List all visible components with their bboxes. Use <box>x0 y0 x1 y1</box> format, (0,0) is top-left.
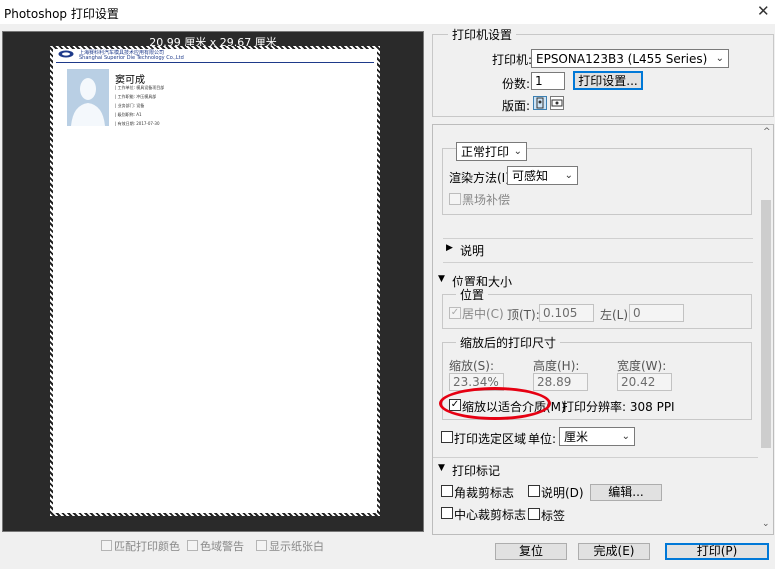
print-resolution: 打印分辨率: 308 PPI <box>562 400 675 414</box>
portrait-orientation-icon[interactable] <box>533 96 547 110</box>
close-icon[interactable]: ✕ <box>757 2 770 20</box>
person-photo <box>67 69 109 126</box>
height-input[interactable]: 28.89 <box>533 373 588 391</box>
unit-value: 厘米 <box>564 430 589 444</box>
scroll-up-icon[interactable]: ^ <box>763 127 771 137</box>
center-crop-marks-label: 中心裁剪标志 <box>454 508 527 522</box>
scroll-down-icon[interactable]: ⌄ <box>762 519 770 529</box>
print-selected-area-label: 打印选定区域 <box>454 432 527 446</box>
scrollbar-thumb[interactable] <box>761 200 771 448</box>
match-colors-label: 匹配打印颜色 <box>114 540 180 553</box>
gamut-warning-checkbox[interactable] <box>187 540 198 551</box>
section-divider <box>443 238 753 239</box>
top-input[interactable]: 0.105 <box>539 304 594 322</box>
black-point-label: 黑场补偿 <box>462 193 511 207</box>
highlight-annotation <box>439 387 551 420</box>
chevron-down-icon: ⌄ <box>564 170 573 181</box>
color-handling-select[interactable]: 正常打印 ⌄ <box>456 142 527 161</box>
corner-crop-marks-checkbox[interactable] <box>441 485 453 497</box>
width-input[interactable]: 20.42 <box>617 373 672 391</box>
company-logo-icon <box>58 50 74 58</box>
reset-button[interactable]: 复位 <box>495 543 567 560</box>
printer-select[interactable]: EPSONA123B3 (L455 Series) ⌄ <box>531 49 729 68</box>
company-name-en: Shanghai Superior Die Technology Co.,Ltd <box>79 55 184 61</box>
scale-label: 缩放(S): <box>449 359 495 373</box>
print-selected-area-checkbox[interactable] <box>441 431 453 443</box>
match-colors-checkbox[interactable] <box>101 540 112 551</box>
show-paper-white-label: 显示纸张白 <box>269 540 324 553</box>
print-preview: 20.99 厘米 x 29.67 厘米 上海赛科利汽车模具技术应用有限公司 Sh… <box>2 31 424 532</box>
info-row: | 业务部门: 设备 <box>115 103 145 108</box>
left-label: 左(L): <box>600 308 633 322</box>
chevron-down-icon: ⌄ <box>513 146 522 157</box>
chevron-down-icon: ⌄ <box>621 431 630 442</box>
copies-input[interactable]: 1 <box>531 72 565 90</box>
window-title: Photoshop 打印设置 <box>4 7 119 21</box>
rendering-intent-label: 渲染方法(I): <box>449 171 514 185</box>
scaled-size-title: 缩放后的打印尺寸 <box>456 334 561 351</box>
center-checkbox[interactable]: ✓ <box>449 307 461 319</box>
paper-content: 上海赛科利汽车模具技术应用有限公司 Shanghai Superior Die … <box>53 49 377 513</box>
height-label: 高度(H): <box>533 359 580 373</box>
info-row: | 有效日期: 2017-07-30 <box>115 121 160 126</box>
section-divider <box>433 457 758 458</box>
expand-triangle-icon[interactable]: ▶ <box>446 243 453 253</box>
print-button[interactable]: 打印(P) <box>665 543 769 560</box>
info-row: | 工作单位: 模具设备项目部 <box>115 85 165 90</box>
top-label: 顶(T): <box>507 308 540 322</box>
width-label: 宽度(W): <box>617 359 667 373</box>
printer-setup-title: 打印机设置 <box>448 26 517 43</box>
edit-button[interactable]: 编辑... <box>590 484 662 501</box>
collapse-triangle-icon[interactable]: ▼ <box>438 274 445 284</box>
center-crop-marks-checkbox[interactable] <box>441 507 453 519</box>
person-silhouette-icon <box>71 78 105 126</box>
unit-select[interactable]: 厘米 ⌄ <box>559 427 635 446</box>
black-point-checkbox[interactable] <box>449 193 461 205</box>
rendering-intent-value: 可感知 <box>512 169 549 183</box>
copies-label: 份数: <box>502 77 531 91</box>
section-divider <box>443 262 753 263</box>
chevron-down-icon: ⌄ <box>715 53 724 64</box>
printer-value: EPSONA123B3 (L455 Series) <box>536 52 708 66</box>
print-settings-button[interactable]: 打印设置... <box>573 71 643 90</box>
rendering-intent-select[interactable]: 可感知 ⌄ <box>507 166 578 185</box>
collapse-triangle-icon[interactable]: ▼ <box>438 463 445 473</box>
gamut-warning-label: 色域警告 <box>200 540 244 553</box>
landscape-orientation-icon[interactable] <box>550 96 564 110</box>
center-label: 居中(C) <box>462 307 504 321</box>
printer-label: 打印机: <box>492 53 533 67</box>
layout-label: 版面: <box>502 99 531 113</box>
labels-checkbox[interactable] <box>528 508 540 520</box>
info-row: | 级别职称: A1 <box>115 112 142 117</box>
print-marks-header[interactable]: 打印标记 <box>452 462 500 479</box>
labels-checkbox-label: 标签 <box>541 509 566 523</box>
description-checkbox[interactable] <box>528 485 540 497</box>
header-divider <box>56 62 374 63</box>
description-checkbox-label: 说明(D) <box>541 486 584 500</box>
left-input[interactable]: 0 <box>629 304 684 322</box>
unit-label: 单位: <box>528 432 557 446</box>
paper-sheet: 上海赛科利汽车模具技术应用有限公司 Shanghai Superior Die … <box>50 46 380 516</box>
color-handling-value: 正常打印 <box>461 145 510 159</box>
show-paper-white-checkbox[interactable] <box>256 540 267 551</box>
info-row: | 工作职能: 冲压模具部 <box>115 94 157 99</box>
person-name: 窦可成 <box>115 75 145 86</box>
corner-crop-marks-label: 角裁剪标志 <box>454 486 515 500</box>
position-title: 位置 <box>456 286 489 303</box>
description-section-header[interactable]: 说明 <box>460 242 484 259</box>
done-button[interactable]: 完成(E) <box>578 543 650 560</box>
